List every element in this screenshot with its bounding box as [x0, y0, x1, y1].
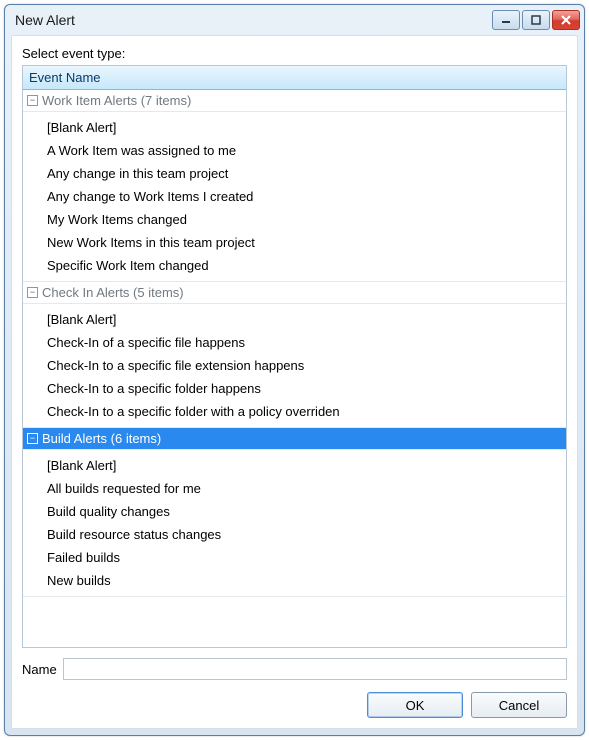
list-item[interactable]: Any change to Work Items I created [23, 185, 566, 208]
name-row: Name [22, 658, 567, 680]
group-header[interactable]: −Check In Alerts (5 items) [23, 282, 566, 304]
dialog-window: New Alert Select event type: Event Name … [4, 4, 585, 736]
ok-button[interactable]: OK [367, 692, 463, 718]
minimize-icon [501, 15, 511, 25]
group-header[interactable]: −Build Alerts (6 items) [23, 428, 566, 450]
list-item[interactable]: Any change in this team project [23, 162, 566, 185]
collapse-icon[interactable]: − [27, 95, 38, 106]
list-body: −Work Item Alerts (7 items)[Blank Alert]… [23, 90, 566, 647]
list-item[interactable]: Specific Work Item changed [23, 254, 566, 277]
list-item[interactable]: [Blank Alert] [23, 454, 566, 477]
list-item[interactable]: A Work Item was assigned to me [23, 139, 566, 162]
event-type-list: Event Name −Work Item Alerts (7 items)[B… [22, 65, 567, 648]
prompt-label: Select event type: [22, 46, 567, 61]
group-label: Work Item Alerts (7 items) [42, 93, 191, 108]
list-item[interactable]: Check-In to a specific folder happens [23, 377, 566, 400]
name-input[interactable] [63, 658, 567, 680]
group-label: Check In Alerts (5 items) [42, 285, 184, 300]
group-items: [Blank Alert]All builds requested for me… [23, 450, 566, 597]
list-item[interactable]: Build resource status changes [23, 523, 566, 546]
close-icon [561, 15, 571, 25]
group-items: [Blank Alert]A Work Item was assigned to… [23, 112, 566, 282]
maximize-button[interactable] [522, 10, 550, 30]
list-item[interactable]: Check-In to a specific folder with a pol… [23, 400, 566, 423]
close-button[interactable] [552, 10, 580, 30]
window-title: New Alert [15, 12, 490, 28]
list-item[interactable]: New Work Items in this team project [23, 231, 566, 254]
list-item[interactable]: Build quality changes [23, 500, 566, 523]
collapse-icon[interactable]: − [27, 287, 38, 298]
list-item[interactable]: [Blank Alert] [23, 116, 566, 139]
group-header[interactable]: −Work Item Alerts (7 items) [23, 90, 566, 112]
list-item[interactable]: Check-In to a specific file extension ha… [23, 354, 566, 377]
collapse-icon[interactable]: − [27, 433, 38, 444]
group-items: [Blank Alert]Check-In of a specific file… [23, 304, 566, 428]
list-column-header[interactable]: Event Name [23, 66, 566, 90]
dialog-content: Select event type: Event Name −Work Item… [11, 35, 578, 729]
list-item[interactable]: [Blank Alert] [23, 308, 566, 331]
minimize-button[interactable] [492, 10, 520, 30]
list-item[interactable]: Failed builds [23, 546, 566, 569]
title-bar: New Alert [5, 5, 584, 35]
list-item[interactable]: New builds [23, 569, 566, 592]
cancel-button[interactable]: Cancel [471, 692, 567, 718]
list-item[interactable]: My Work Items changed [23, 208, 566, 231]
list-item[interactable]: Check-In of a specific file happens [23, 331, 566, 354]
list-item[interactable]: All builds requested for me [23, 477, 566, 500]
maximize-icon [531, 15, 541, 25]
name-label: Name [22, 662, 57, 677]
button-row: OK Cancel [22, 692, 567, 718]
group-label: Build Alerts (6 items) [42, 431, 161, 446]
